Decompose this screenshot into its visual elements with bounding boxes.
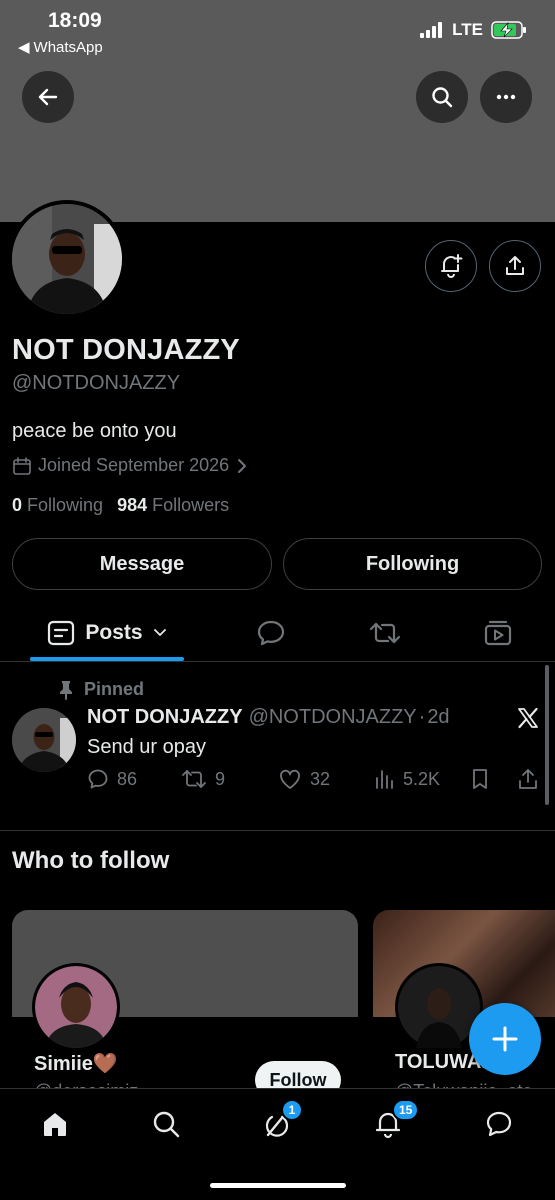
- post-text: Send ur opay: [87, 736, 206, 758]
- home-indicator[interactable]: [210, 1183, 346, 1188]
- bookmark-button[interactable]: [470, 768, 490, 790]
- reply-button[interactable]: 86: [87, 768, 137, 790]
- pinned-label: Pinned: [84, 679, 145, 699]
- repost-count: 9: [215, 768, 226, 789]
- bell-plus-icon: [441, 254, 463, 278]
- pinned-indicator: Pinned: [58, 679, 144, 700]
- arrow-left-icon: [38, 88, 58, 106]
- nav-home[interactable]: [31, 1102, 79, 1146]
- back-triangle-icon: ◀: [18, 39, 30, 56]
- post-age: 2d: [427, 706, 450, 728]
- post-header: NOT DONJAZZY @NOTDONJAZZY · 2d: [87, 706, 450, 729]
- post-author-handle[interactable]: @NOTDONJAZZY: [249, 706, 417, 729]
- tabs-divider: [0, 661, 555, 662]
- home-icon: [44, 1113, 66, 1136]
- post-author-name[interactable]: NOT DONJAZZY: [87, 706, 243, 729]
- share-profile-button[interactable]: [489, 240, 541, 292]
- network-label: LTE: [452, 20, 483, 39]
- calendar-icon: [13, 456, 31, 475]
- repost-action-icon: [182, 770, 206, 788]
- card-avatar[interactable]: [32, 963, 120, 1051]
- post-author-photo: [12, 708, 76, 772]
- who-to-follow-title: Who to follow: [12, 847, 170, 874]
- compose-button[interactable]: [469, 1003, 541, 1075]
- card2-avatar-photo: [398, 966, 480, 1048]
- profile-photo: [12, 204, 122, 314]
- search-button[interactable]: [416, 71, 468, 123]
- post-separator: ·: [418, 706, 426, 728]
- search-icon: [432, 87, 453, 108]
- followers-stat[interactable]: 984 Followers: [117, 495, 229, 516]
- views-button[interactable]: 5.2K: [373, 768, 440, 790]
- chevron-right-icon: [238, 458, 247, 473]
- tab-reposts[interactable]: [357, 605, 413, 661]
- followers-stat-label: Followers: [152, 495, 230, 515]
- more-dots-icon: [496, 94, 516, 100]
- nav-messages[interactable]: [475, 1102, 523, 1146]
- views-chart-icon: [376, 770, 393, 789]
- heart-icon: [280, 769, 300, 789]
- profile-name: NOT DONJAZZY: [12, 334, 240, 366]
- message-button[interactable]: Message: [12, 538, 272, 590]
- pin-icon: [60, 680, 72, 700]
- x-logo-button[interactable]: [516, 706, 540, 730]
- following-button[interactable]: Following: [283, 538, 542, 590]
- post-author-avatar[interactable]: [12, 708, 76, 772]
- scrollbar[interactable]: [545, 665, 549, 805]
- suggested-user-card-2[interactable]: TOLUWANIJO @Toluwanijo_ete: [373, 910, 555, 1100]
- status-indicators: LTE: [420, 20, 527, 40]
- speech-bubble-icon: [257, 620, 285, 646]
- posts-tab-label: Posts: [85, 621, 143, 644]
- signal-icon: [420, 22, 443, 38]
- notify-posts-button[interactable]: [425, 240, 477, 292]
- tab-posts[interactable]: Posts: [30, 605, 184, 661]
- joined-date: Joined September 2026: [38, 455, 230, 475]
- share-icon: [506, 256, 524, 275]
- post-divider: [0, 830, 555, 831]
- following-stat[interactable]: 0 Following: [12, 495, 103, 516]
- media-icon: [484, 620, 512, 646]
- following-count: 0: [12, 495, 23, 515]
- profile-bio: peace be onto you: [12, 420, 177, 442]
- share-post-icon: [519, 769, 537, 789]
- follow-stats: 0 Following 984 Followers: [12, 495, 229, 516]
- tab-media[interactable]: [470, 605, 526, 661]
- like-button[interactable]: 32: [278, 768, 330, 790]
- repost-icon: [369, 622, 401, 644]
- bookmark-icon: [473, 769, 487, 789]
- profile-avatar[interactable]: [8, 200, 126, 318]
- reply-icon: [88, 769, 108, 789]
- followers-count: 984: [117, 495, 148, 515]
- back-button[interactable]: [22, 71, 74, 123]
- notifications-badge: 15: [392, 1099, 420, 1121]
- reply-count: 86: [117, 768, 138, 789]
- profile-handle: @NOTDONJAZZY: [12, 372, 181, 394]
- back-to-app-link[interactable]: ◀ WhatsApp: [18, 38, 103, 57]
- posts-tab-icon: [48, 620, 75, 646]
- x-logo-icon: [518, 707, 538, 729]
- plus-icon: [492, 1026, 518, 1052]
- like-count: 32: [310, 768, 331, 789]
- view-count: 5.2K: [403, 768, 441, 789]
- status-time: 18:09: [48, 9, 102, 32]
- repost-button[interactable]: 9: [181, 768, 225, 790]
- share-post-button[interactable]: [517, 768, 539, 790]
- suggested-user-card[interactable]: Simiie🤎 @dersosimiz Follow: [12, 910, 358, 1100]
- battery-charging-icon: [491, 21, 526, 39]
- more-options-button[interactable]: [480, 71, 532, 123]
- search-nav-icon: [153, 1111, 180, 1138]
- following-stat-label: Following: [27, 495, 104, 515]
- card-user-name: Simiie🤎: [34, 1053, 118, 1075]
- joined-date-row[interactable]: Joined September 2026: [12, 455, 249, 476]
- chevron-down-icon: [153, 629, 166, 636]
- chat-badge: 1: [281, 1099, 303, 1121]
- tab-replies[interactable]: [243, 605, 299, 661]
- card-avatar-photo: [35, 966, 117, 1048]
- nav-search[interactable]: [142, 1102, 190, 1146]
- messages-icon: [486, 1111, 512, 1137]
- back-app-label: WhatsApp: [33, 38, 103, 56]
